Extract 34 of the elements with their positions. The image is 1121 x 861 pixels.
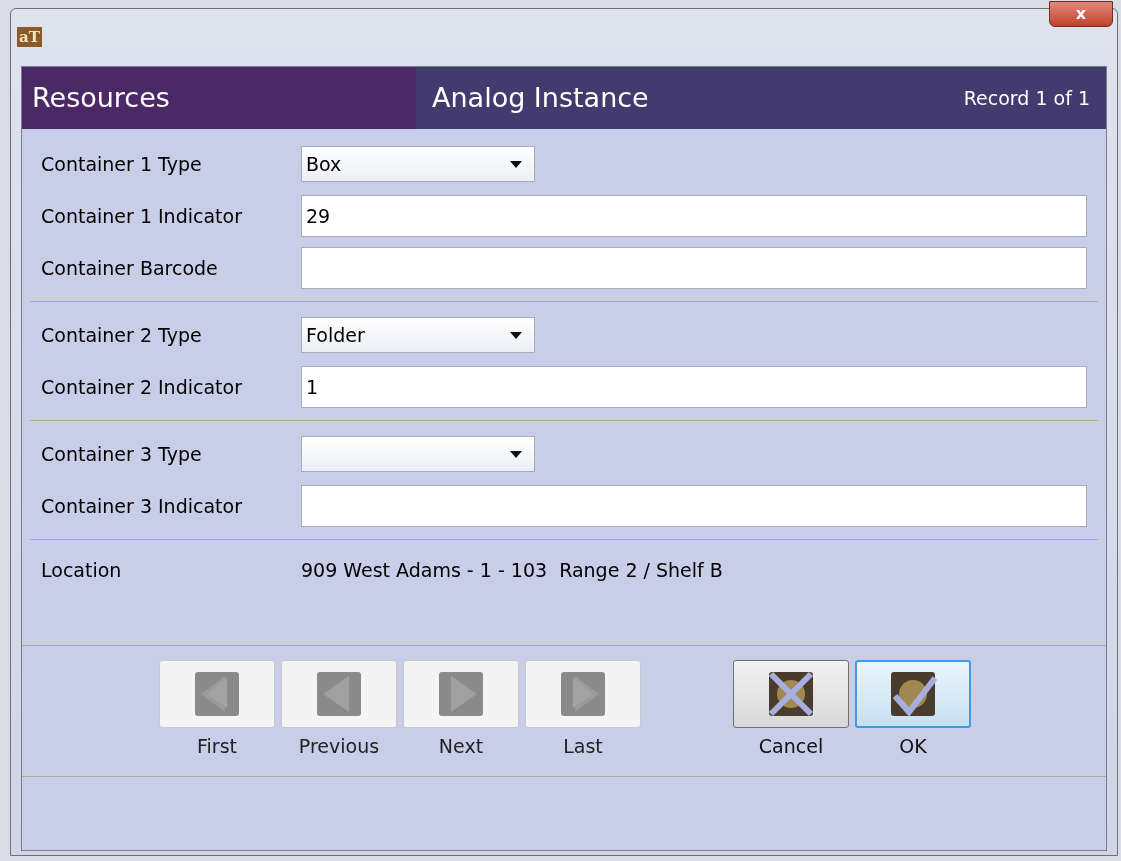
button-label: Next [438, 734, 484, 759]
field-label: Container 1 Type [41, 151, 203, 177]
app-icon: aT [17, 27, 42, 47]
dropdown-arrow-icon [510, 160, 522, 168]
field-label: Container 1 Indicator [41, 203, 243, 229]
dropdown-field[interactable] [301, 436, 535, 472]
field-label: Container Barcode [41, 255, 219, 281]
checkmark-icon [889, 670, 937, 718]
text-field[interactable] [301, 485, 1087, 527]
text-field[interactable]: 1 [301, 366, 1087, 408]
dropdown-field[interactable]: Box [301, 146, 535, 182]
module-title: Resources [32, 80, 170, 115]
dropdown-arrow-icon [510, 450, 522, 458]
text-field[interactable] [301, 247, 1087, 289]
field-label: Container 3 Indicator [41, 493, 243, 519]
cross-icon [767, 670, 815, 718]
close-button[interactable]: x [1049, 1, 1113, 27]
field-label: Container 2 Indicator [41, 374, 243, 400]
dropdown-field[interactable]: Folder [301, 317, 535, 353]
ok-button[interactable] [855, 660, 971, 728]
field-label: Container 3 Type [41, 441, 203, 467]
location-label: Location [41, 558, 123, 583]
form-title: Analog Instance [432, 80, 649, 115]
button-label: First [197, 734, 237, 759]
cancel-button[interactable] [733, 660, 849, 728]
button-label: OK [899, 734, 927, 759]
record-counter: Record 1 of 1 [963, 85, 1090, 111]
location-value: 909 West Adams - 1 - 103 Range 2 / Shelf B [301, 558, 723, 583]
button-label: Previous [298, 734, 380, 759]
dropdown-arrow-icon [510, 331, 522, 339]
text-field[interactable]: 29 [301, 195, 1087, 237]
button-label: Last [563, 734, 603, 759]
field-label: Container 2 Type [41, 322, 203, 348]
button-label: Cancel [758, 734, 824, 759]
